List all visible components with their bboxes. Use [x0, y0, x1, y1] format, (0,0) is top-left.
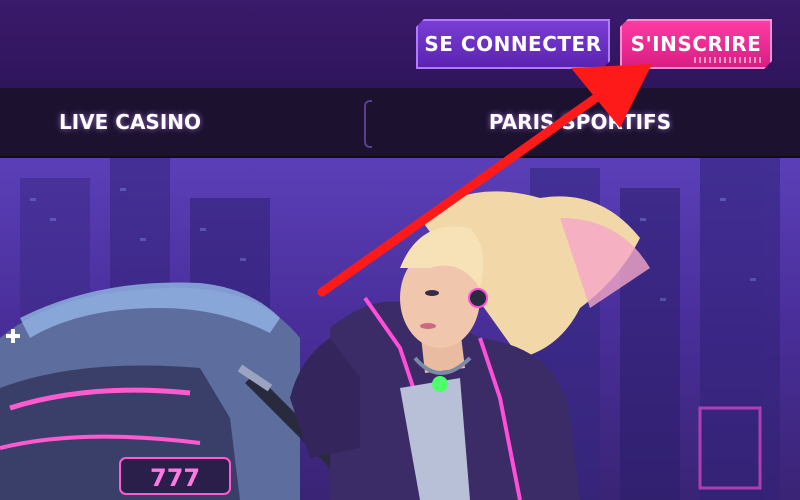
nav-item-label: LIVE CASINO [58, 110, 202, 134]
nav-item-sports-betting[interactable]: PARIS SPORTIFS [460, 88, 700, 156]
hero-illustration: 777 [0, 158, 780, 500]
plate-text: 777 [150, 464, 200, 492]
page: SE CONNECTER S'INSCRIRE LIVE CASINO PARI… [0, 0, 800, 500]
nav-item-label: PARIS SPORTIFS [488, 110, 672, 134]
nav-item-live-casino[interactable]: LIVE CASINO [30, 88, 230, 156]
nav-divider [364, 100, 372, 148]
login-button-label: SE CONNECTER [424, 32, 602, 56]
login-button[interactable]: SE CONNECTER [416, 19, 610, 69]
main-nav: LIVE CASINO PARIS SPORTIFS [0, 88, 800, 158]
signup-button-stripes [694, 57, 764, 63]
signup-button-label: S'INSCRIRE [630, 32, 762, 56]
signup-button[interactable]: S'INSCRIRE [620, 19, 772, 69]
hero-banner: 777 [0, 158, 800, 500]
site-header: SE CONNECTER S'INSCRIRE [0, 0, 800, 88]
